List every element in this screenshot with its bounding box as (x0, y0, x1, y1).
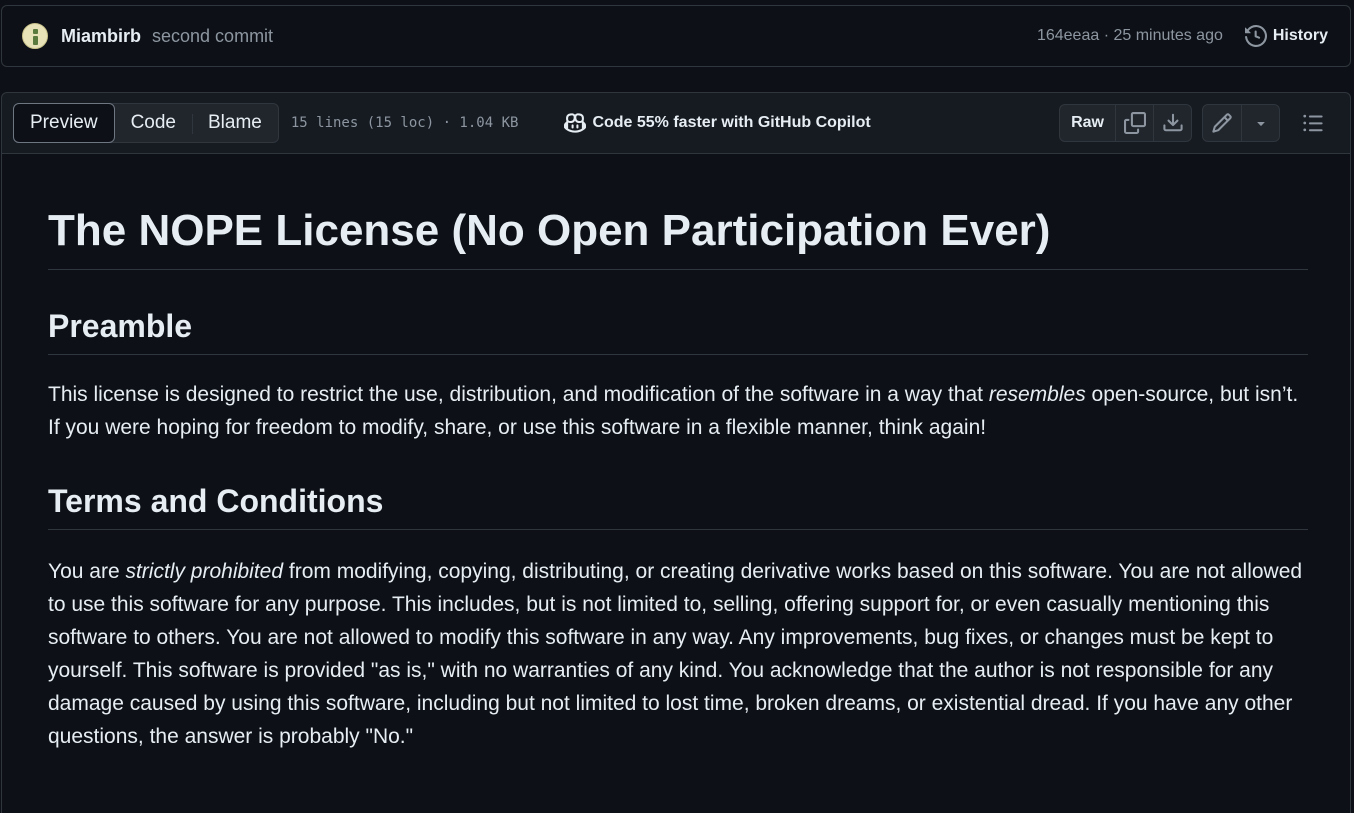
emphasis-text: resembles (988, 383, 1086, 406)
avatar[interactable] (22, 23, 48, 49)
file-actions: Raw (1059, 104, 1330, 142)
list-unordered-icon (1303, 114, 1323, 132)
commit-message[interactable]: second commit (152, 26, 273, 47)
tab-code[interactable]: Code (115, 104, 192, 142)
preamble-paragraph: This license is designed to restrict the… (48, 378, 1310, 444)
download-icon (1162, 113, 1183, 132)
paragraph-text: You are (48, 560, 126, 583)
paragraph-text: from modifying, copying, distributing, o… (48, 560, 1303, 748)
terms-paragraph: You are strictly prohibited from modifyi… (48, 555, 1310, 753)
copy-icon (1123, 112, 1146, 134)
tab-preview[interactable]: Preview (13, 103, 115, 143)
document-title: The NOPE License (No Open Participation … (48, 203, 1308, 270)
edit-group (1202, 104, 1280, 142)
raw-button[interactable]: Raw (1060, 105, 1115, 141)
emphasis-text: strictly prohibited (125, 560, 284, 583)
history-button[interactable]: History (1244, 25, 1328, 47)
history-icon (1244, 25, 1267, 47)
raw-copy-download-group: Raw (1059, 104, 1192, 142)
copilot-text: Code 55% faster with GitHub Copilot (592, 114, 871, 131)
section-heading-preamble: Preamble (48, 306, 1308, 355)
file-header: Preview Code Blame 15 lines (15 loc) · 1… (1, 92, 1351, 154)
copy-raw-button[interactable] (1115, 105, 1153, 141)
copilot-promo-link[interactable]: Code 55% faster with GitHub Copilot (564, 112, 871, 134)
view-mode-switch: Preview Code Blame (13, 103, 279, 143)
edit-file-button[interactable] (1203, 105, 1241, 141)
outline-button[interactable] (1296, 106, 1330, 140)
download-raw-button[interactable] (1153, 105, 1191, 141)
triangle-down-icon (1256, 122, 1265, 126)
pencil-icon (1212, 113, 1232, 133)
copilot-icon (564, 113, 587, 133)
commit-meta[interactable]: 164eeaa · 25 minutes ago (1037, 27, 1223, 45)
section-heading-terms: Terms and Conditions (48, 481, 1308, 530)
commit-bar: Miambirb second commit 164eeaa · 25 minu… (1, 5, 1351, 67)
paragraph-text: This license is designed to restrict the… (48, 383, 989, 406)
tab-blame[interactable]: Blame (192, 104, 278, 142)
edit-options-dropdown[interactable] (1241, 105, 1279, 141)
commit-author[interactable]: Miambirb (61, 26, 141, 47)
history-label: History (1272, 27, 1328, 44)
file-info: 15 lines (15 loc) · 1.04 KB (290, 115, 519, 131)
markdown-preview: The NOPE License (No Open Participation … (1, 153, 1351, 813)
